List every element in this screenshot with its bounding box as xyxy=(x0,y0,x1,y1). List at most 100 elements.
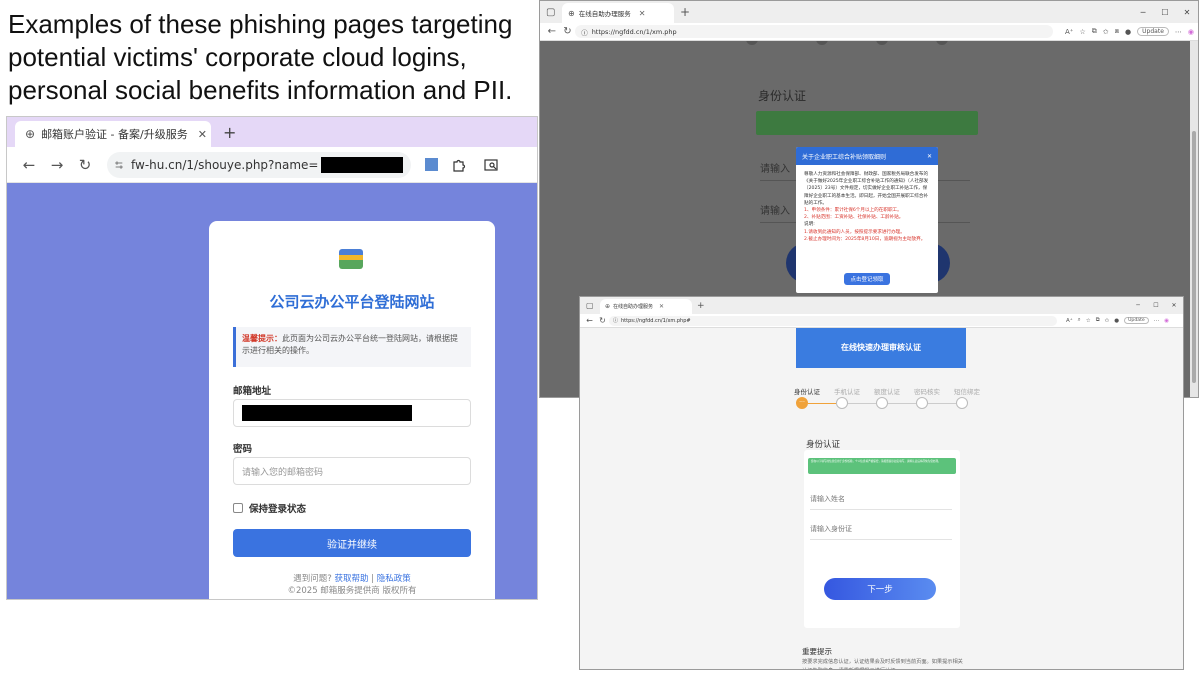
scrollbar[interactable] xyxy=(1190,41,1198,397)
address-bar[interactable]: ⓘ https://ngfdd.cn/1/xm.php xyxy=(575,25,1053,38)
step-connector xyxy=(928,403,956,404)
maximize-icon[interactable]: ☐ xyxy=(1154,8,1176,17)
password-field[interactable]: 请输入您的邮箱密码 xyxy=(233,457,471,485)
important-tips-text: 按要求完成信息认证，认证结果会及时反馈到当前页面。如果提示相关认证失败信息，请重… xyxy=(802,659,963,669)
reading-mode-icon[interactable] xyxy=(484,158,498,172)
more-menu-icon[interactable]: ⋯ xyxy=(1175,28,1182,36)
update-button[interactable]: Update xyxy=(1124,317,1149,324)
new-tab-button[interactable]: + xyxy=(697,301,705,311)
login-card: 公司云办公平台登陆网站 温馨提示：此页面为公司云办公平台统一登陆网站，请根据提示… xyxy=(209,221,495,599)
step-dot xyxy=(876,397,888,409)
reload-icon[interactable]: ↻ xyxy=(71,156,99,174)
tab-close-icon[interactable]: ✕ xyxy=(639,9,646,18)
new-tab-button[interactable]: + xyxy=(680,5,690,19)
verify-continue-button[interactable]: 验证并继续 xyxy=(233,529,471,557)
close-window-icon[interactable]: ✕ xyxy=(1176,8,1198,17)
favorites-icon[interactable]: ✩ xyxy=(1103,28,1109,36)
back-arrow-icon[interactable]: ← xyxy=(583,316,596,325)
tab-bar: ⊕ 邮箱账户验证 - 备案/升级服务 ✕ + xyxy=(7,117,537,147)
redaction-bar xyxy=(242,405,412,421)
step-dot xyxy=(746,41,758,45)
password-placeholder: 请输入您的邮箱密码 xyxy=(242,467,324,478)
favorite-star-icon[interactable]: ☆ xyxy=(1079,28,1085,36)
extension-icon[interactable] xyxy=(425,158,438,171)
favorites-icon[interactable]: ✩ xyxy=(1105,318,1110,324)
name-field[interactable]: 请输入姓名 xyxy=(810,488,952,510)
forward-arrow-icon[interactable]: → xyxy=(43,156,71,174)
reload-icon[interactable]: ↻ xyxy=(560,26,576,37)
new-tab-button[interactable]: + xyxy=(223,123,236,142)
step-dot xyxy=(836,397,848,409)
split-screen-icon[interactable]: ⧉ xyxy=(1092,27,1097,36)
more-menu-icon[interactable]: ⋯ xyxy=(1154,318,1160,324)
profile-avatar-icon[interactable]: ● xyxy=(1114,318,1119,324)
tab-title: 在线自助办理服务 xyxy=(578,10,631,18)
translate-icon[interactable]: A⁺ xyxy=(1066,318,1073,324)
collections-icon[interactable]: ⧈ xyxy=(1115,27,1119,36)
close-window-icon[interactable]: ✕ xyxy=(1165,302,1183,309)
modal-paragraph: 尊敬人力资源和社会保障部、财政部、国家税务局联合发布的《关于做好2025年企业职… xyxy=(804,172,929,206)
globe-icon: ⊕ xyxy=(605,303,611,310)
tab-actions-icon[interactable]: ▢ xyxy=(546,7,562,18)
tab-bar: ▢ ⊕ 在线自助办理服务 ✕ + ─ ☐ ✕ xyxy=(580,297,1183,314)
url-text: https://ngfdd.cn/1/xm.php xyxy=(591,27,677,36)
benefits-notice-modal: 关于企业职工综合补贴领取细则 ✕ 尊敬人力资源和社会保障部、财政部、国家税务局联… xyxy=(796,147,938,293)
reload-icon[interactable]: ↻ xyxy=(596,316,609,325)
favorite-star-icon[interactable]: ☆ xyxy=(1086,318,1091,324)
tab-close-icon[interactable]: ✕ xyxy=(198,128,207,141)
translate-icon[interactable]: A⁺ xyxy=(1065,28,1073,36)
privacy-policy-link[interactable]: 隐私政策 xyxy=(377,574,411,584)
redaction-bar xyxy=(320,156,403,173)
tab-title: 邮箱账户验证 - 备案/升级服务 xyxy=(41,128,188,141)
site-settings-icon[interactable] xyxy=(115,159,123,171)
tab-close-icon[interactable]: ✕ xyxy=(659,303,664,310)
id-number-field[interactable]: 请输入身份证 xyxy=(810,518,952,540)
modal-title: 关于企业职工综合补贴领取细则 xyxy=(802,153,887,161)
minimize-icon[interactable]: ─ xyxy=(1132,8,1154,17)
copilot-icon[interactable]: ◉ xyxy=(1164,318,1169,324)
get-help-link[interactable]: 获取帮助 xyxy=(334,574,368,584)
browser-tab[interactable]: ⊕ 邮箱账户验证 - 备案/升级服务 ✕ xyxy=(15,121,211,147)
name-placeholder: 请输入姓名 xyxy=(810,494,845,503)
zoom-icon[interactable]: ⌕ xyxy=(1078,317,1081,324)
url-text: https://ngfdd.cn/1/xm.php# xyxy=(621,317,691,324)
condition-2: 2、补贴范围：工资补贴、社保补贴、工龄补贴。 xyxy=(804,215,904,221)
browser-tab[interactable]: ⊕ 在线自助办理服务 ✕ xyxy=(562,3,674,23)
note-2: 2.截止办理时间为：2025年8月10日，逾期视为主动放弃。 xyxy=(804,236,926,242)
step-label: 身份认证 xyxy=(794,388,820,396)
back-arrow-icon[interactable]: ← xyxy=(15,156,43,174)
next-step-button[interactable]: 下一步 xyxy=(824,578,936,600)
site-info-icon[interactable]: ⓘ xyxy=(613,317,618,324)
page-title: 公司云办公平台登陆网站 xyxy=(269,293,435,311)
tab-bar: ▢ ⊕ 在线自助办理服务 ✕ + ─ ☐ ✕ xyxy=(540,1,1198,23)
login-page-background: 公司云办公平台登陆网站 温馨提示：此页面为公司云办公平台统一登陆网站，请根据提示… xyxy=(7,183,537,599)
browser-tab[interactable]: ⊕ 在线自助办理服务 ✕ xyxy=(600,299,692,314)
copilot-icon[interactable]: ◉ xyxy=(1188,28,1194,36)
profile-avatar-icon[interactable]: ● xyxy=(1125,28,1131,36)
tab-title: 在线自助办理服务 xyxy=(613,304,654,310)
address-bar[interactable]: ⓘ https://ngfdd.cn/1/xm.php# xyxy=(609,315,1057,326)
email-field[interactable] xyxy=(233,399,471,427)
tab-actions-icon[interactable]: ▢ xyxy=(586,301,600,310)
address-bar[interactable]: fw-hu.cn/1/shouye.php?name= xyxy=(107,151,411,178)
update-button[interactable]: Update xyxy=(1137,27,1169,36)
remember-me-checkbox[interactable]: 保持登录状态 xyxy=(233,501,306,515)
browser-window-identity-verification: ▢ ⊕ 在线自助办理服务 ✕ + ─ ☐ ✕ ← ↻ ⓘ https://ngf… xyxy=(579,296,1184,670)
email-label: 邮箱地址 xyxy=(233,386,272,397)
puzzle-extensions-icon[interactable] xyxy=(452,158,466,172)
headline-line-1: Examples of these phishing pages targeti… xyxy=(8,9,513,39)
note-heading: 说明: xyxy=(804,222,815,228)
id-placeholder: 请输入 xyxy=(760,206,790,217)
checkbox-icon[interactable] xyxy=(233,503,243,513)
minimize-icon[interactable]: ─ xyxy=(1129,302,1147,309)
headline-line-3: personal social benefits information and… xyxy=(8,75,513,105)
green-notice-bar xyxy=(756,111,978,135)
modal-close-icon[interactable]: ✕ xyxy=(927,153,932,160)
register-claim-button[interactable]: 点击登记领取 xyxy=(844,273,890,285)
split-screen-icon[interactable]: ⧉ xyxy=(1096,317,1100,324)
maximize-icon[interactable]: ☐ xyxy=(1147,302,1165,309)
important-tips-title: 重要提示 xyxy=(802,647,832,656)
site-info-icon[interactable]: ⓘ xyxy=(581,27,588,37)
scrollbar-thumb[interactable] xyxy=(1192,131,1196,383)
back-arrow-icon[interactable]: ← xyxy=(544,26,560,37)
